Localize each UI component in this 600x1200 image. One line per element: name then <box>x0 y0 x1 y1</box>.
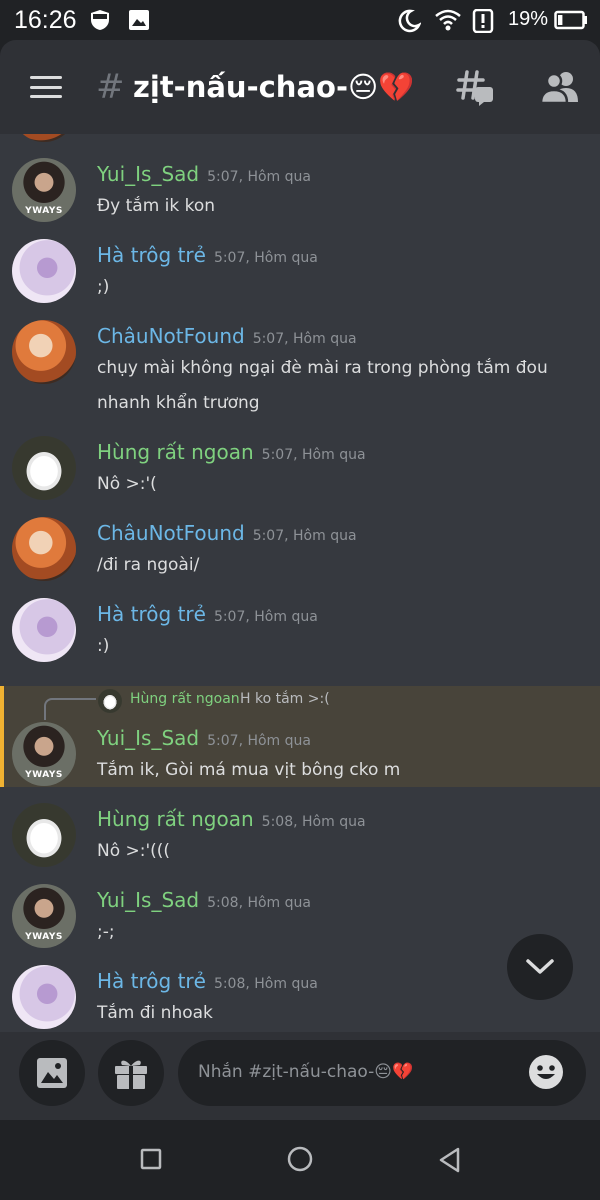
message-timestamp: 5:07, Hôm qua <box>213 250 318 266</box>
message-text: ;) <box>97 277 110 297</box>
message-author[interactable]: Yui_Is_Sad 5:08, Hôm qua <box>97 888 311 912</box>
message-text: Đy tắm ik kon <box>97 196 216 216</box>
message-author[interactable]: Hùng rất ngoan 5:07, Hôm qua <box>97 440 366 464</box>
channel-title: zịt-nấu-chao-😔💔 <box>133 70 415 104</box>
message-composer: Nhắn #zịt-nấu-chao-😔💔 <box>0 1032 600 1120</box>
avatar[interactable] <box>12 965 76 1029</box>
avatar[interactable]: YWAYS <box>12 158 76 222</box>
emoji-icon[interactable] <box>528 1054 564 1094</box>
image-icon <box>128 9 150 35</box>
avatar[interactable] <box>12 239 76 303</box>
avatar[interactable]: YWAYS <box>12 884 76 948</box>
home-icon[interactable] <box>287 1146 313 1176</box>
message-timestamp: 5:07, Hôm qua <box>252 528 357 544</box>
back-icon[interactable] <box>438 1147 462 1177</box>
message-author[interactable]: ChâuNotFound 5:07, Hôm qua <box>97 521 357 545</box>
recents-icon[interactable] <box>140 1148 162 1174</box>
message-author[interactable]: ChâuNotFound 5:07, Hôm qua <box>97 324 357 348</box>
avatar[interactable] <box>12 598 76 662</box>
message-timestamp: 5:07, Hôm qua <box>213 609 318 625</box>
message-text: Tắm ik, Gòi má mua vịt bông cko m <box>97 760 401 780</box>
reply-connector <box>44 698 96 720</box>
gift-button[interactable] <box>98 1040 164 1106</box>
wifi-icon <box>434 9 462 35</box>
battery-icon <box>554 10 588 34</box>
status-bar: 16:26 19% <box>0 0 600 40</box>
threads-icon[interactable] <box>455 68 495 112</box>
reply-author[interactable]: Hùng rất ngoan <box>130 691 240 707</box>
avatar[interactable] <box>12 517 76 581</box>
message-timestamp: 5:08, Hôm qua <box>213 976 318 992</box>
message-list[interactable]: Hùng rất ngoan H ko tắm >:( YWAYS Yui_Is… <box>0 134 600 1032</box>
jump-to-bottom-button[interactable] <box>507 934 573 1000</box>
system-nav-bar <box>0 1120 600 1200</box>
reply-text[interactable]: H ko tắm >:( <box>240 691 330 707</box>
message-timestamp: 5:07, Hôm qua <box>207 169 311 185</box>
highlight-bar <box>0 686 4 787</box>
message-text: Nô >:'( <box>97 474 157 494</box>
moon-icon <box>397 9 422 37</box>
status-time: 16:26 <box>14 6 77 34</box>
message-timestamp: 5:08, Hôm qua <box>207 895 311 911</box>
avatar[interactable] <box>12 320 76 384</box>
message-author[interactable]: Hà trôg trẻ 5:07, Hôm qua <box>97 602 318 626</box>
avatar[interactable] <box>12 436 76 500</box>
message-timestamp: 5:07, Hôm qua <box>207 733 311 749</box>
message-text: Nô >:'((( <box>97 841 171 861</box>
avatar[interactable]: YWAYS <box>12 722 76 786</box>
message-timestamp: 5:08, Hôm qua <box>261 814 366 830</box>
message-author[interactable]: Yui_Is_Sad 5:07, Hôm qua <box>97 162 311 186</box>
chevron-down-icon <box>526 959 554 974</box>
reply-avatar[interactable] <box>98 689 122 713</box>
avatar[interactable] <box>12 803 76 867</box>
message-input-placeholder: Nhắn #zịt-nấu-chao-😔💔 <box>198 1062 414 1082</box>
members-icon[interactable] <box>539 70 580 108</box>
message-timestamp: 5:07, Hôm qua <box>252 331 357 347</box>
gift-icon <box>115 1060 147 1089</box>
channel-hash-icon: # <box>96 67 125 107</box>
message-text: ;-; <box>97 922 115 942</box>
message-input[interactable]: Nhắn #zịt-nấu-chao-😔💔 <box>178 1040 586 1106</box>
message-text: :) <box>97 636 110 656</box>
attach-image-button[interactable] <box>19 1040 85 1106</box>
message-text: /đi ra ngoài/ <box>97 555 200 575</box>
message-author[interactable]: Hùng rất ngoan 5:08, Hôm qua <box>97 807 366 831</box>
message-text: Tắm đi nhoak <box>97 1003 213 1023</box>
avatar[interactable] <box>12 134 76 142</box>
alert-icon <box>472 8 494 37</box>
message-author[interactable]: Hà trôg trẻ 5:07, Hôm qua <box>97 243 318 267</box>
battery-percent: 19% <box>508 8 549 30</box>
message-timestamp: 5:07, Hôm qua <box>261 447 366 463</box>
shield-icon <box>90 9 110 35</box>
message-text: nhanh khẩn trương <box>97 393 260 413</box>
message-author[interactable]: Yui_Is_Sad 5:07, Hôm qua <box>97 726 311 750</box>
image-icon <box>37 1058 67 1088</box>
menu-icon[interactable] <box>30 76 62 98</box>
channel-header: # zịt-nấu-chao-😔💔 <box>0 40 600 134</box>
message-author[interactable]: Hà trôg trẻ 5:08, Hôm qua <box>97 969 318 993</box>
message-text: chụy mài không ngại đè mài ra trong phòn… <box>97 358 548 378</box>
